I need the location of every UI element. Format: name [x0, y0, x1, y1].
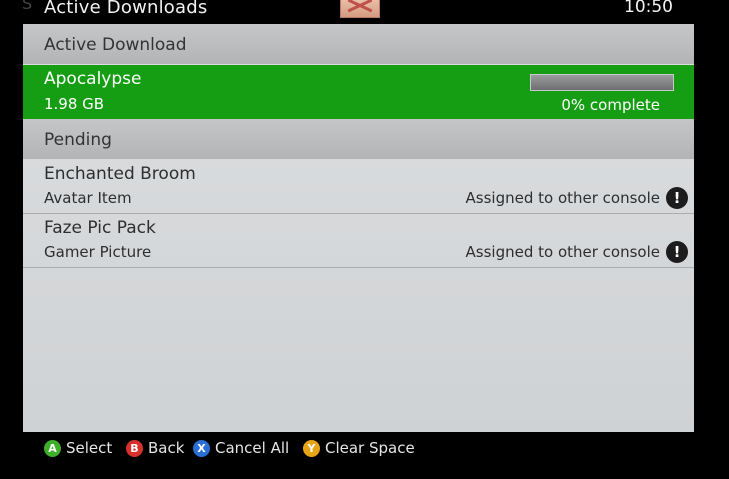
- list-item[interactable]: Faze Pic Pack Gamer Picture Assigned to …: [23, 214, 694, 268]
- item-name: Faze Pic Pack: [44, 218, 156, 238]
- button-hint-bar: A Select B Back X Cancel All Y Clear Spa…: [0, 437, 729, 479]
- x-button-icon: X: [193, 440, 210, 457]
- y-button-icon: Y: [303, 440, 320, 457]
- background-glyph: S: [22, 0, 33, 13]
- exclamation-icon: !: [666, 187, 688, 209]
- item-status: Assigned to other console: [465, 243, 660, 261]
- exclamation-icon: !: [666, 241, 688, 263]
- cancel-all-button-label: Cancel All: [215, 439, 290, 457]
- clock: 10:50: [624, 0, 673, 17]
- item-name: Enchanted Broom: [44, 164, 196, 184]
- a-button-icon: A: [44, 440, 61, 457]
- select-button-label: Select: [66, 439, 113, 457]
- item-status: Assigned to other console: [465, 189, 660, 207]
- item-type: Avatar Item: [44, 189, 132, 207]
- back-button-label: Back: [148, 439, 185, 457]
- downloads-panel: Active Download Apocalypse 1.98 GB 0% co…: [23, 24, 694, 432]
- b-button-icon: B: [126, 440, 143, 457]
- download-progress-text: 0% complete: [561, 96, 660, 114]
- section-header-pending: Pending: [23, 119, 694, 159]
- clear-space-button-label: Clear Space: [325, 439, 415, 457]
- download-name: Apocalypse: [44, 69, 142, 89]
- page-title: Active Downloads: [44, 0, 208, 18]
- active-download-row[interactable]: Apocalypse 1.98 GB 0% complete: [23, 65, 694, 119]
- download-size: 1.98 GB: [44, 95, 105, 113]
- list-item[interactable]: Enchanted Broom Avatar Item Assigned to …: [23, 160, 694, 214]
- top-bar: S Active Downloads 10:50: [0, 0, 729, 22]
- item-type: Gamer Picture: [44, 243, 152, 261]
- gamer-avatar-icon: [340, 0, 380, 18]
- section-title-pending: Pending: [44, 130, 112, 150]
- download-progress-bar: [530, 74, 674, 91]
- section-header-active: Active Download: [23, 24, 694, 64]
- section-title-active: Active Download: [44, 35, 187, 55]
